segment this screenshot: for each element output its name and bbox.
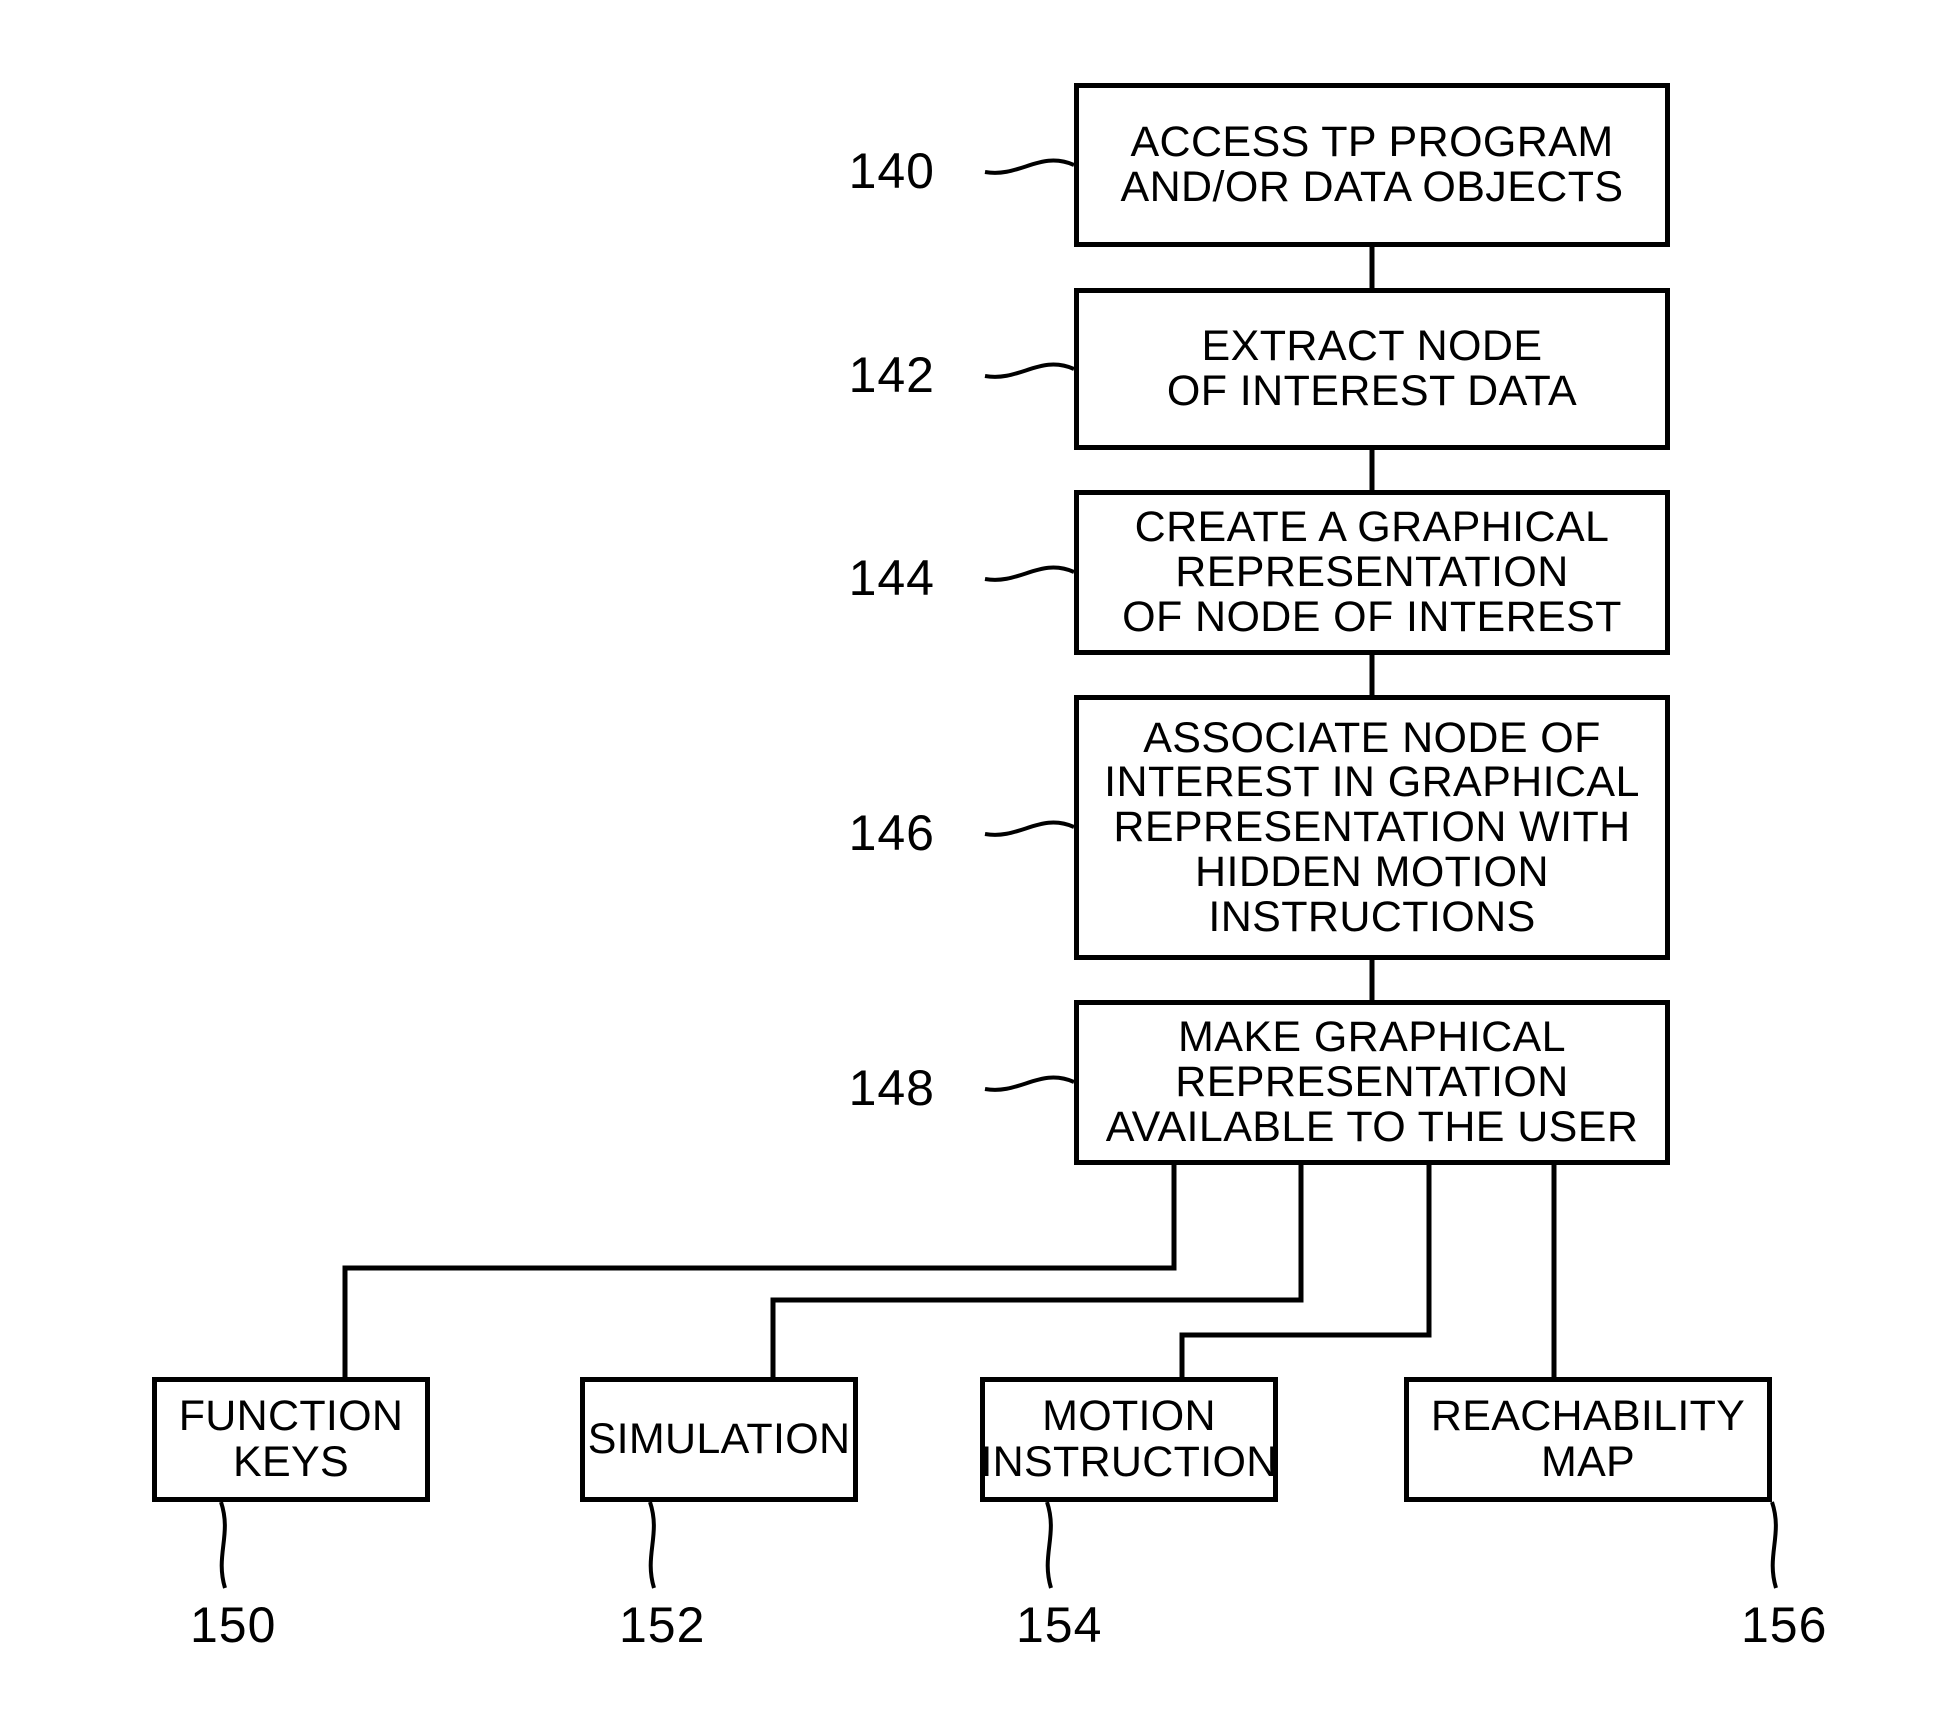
leader-154 xyxy=(1045,1501,1053,1589)
process-box-access-tp-program: ACCESS TP PROGRAM AND/OR DATA OBJECTS xyxy=(1074,83,1670,247)
process-box-make-representation-available: MAKE GRAPHICAL REPRESENTATION AVAILABLE … xyxy=(1074,1000,1670,1165)
leader-140 xyxy=(984,158,1075,175)
process-box-create-graphical-representation: CREATE A GRAPHICAL REPRESENTATION OF NOD… xyxy=(1074,490,1670,655)
reference-numeral-156: 156 xyxy=(1741,1597,1828,1653)
process-box-label: CREATE A GRAPHICAL REPRESENTATION OF NOD… xyxy=(1122,503,1622,641)
process-box-extract-node-of-interest-data: EXTRACT NODE OF INTEREST DATA xyxy=(1074,288,1670,450)
process-box-label: MAKE GRAPHICAL REPRESENTATION AVAILABLE … xyxy=(1105,1013,1639,1151)
leader-144 xyxy=(984,565,1075,582)
leader-156 xyxy=(1770,1501,1778,1589)
output-box-label: REACHABILITY MAP xyxy=(1430,1391,1746,1486)
reference-numeral-154: 154 xyxy=(1016,1597,1103,1653)
output-box-reachability-map: REACHABILITY MAP xyxy=(1404,1377,1772,1502)
leader-152 xyxy=(648,1501,656,1589)
figure-canvas: ACCESS TP PROGRAM AND/OR DATA OBJECTS EX… xyxy=(0,0,1957,1717)
reference-numeral-146: 146 xyxy=(848,805,935,861)
process-box-label: ASSOCIATE NODE OF INTEREST IN GRAPHICAL … xyxy=(1104,713,1640,941)
output-box-label: MOTION INSTRUCTION xyxy=(980,1391,1278,1486)
reference-numeral-148: 148 xyxy=(848,1060,935,1116)
reference-numeral-140: 140 xyxy=(848,143,935,199)
output-box-simulation: SIMULATION xyxy=(580,1377,858,1502)
output-box-motion-instruction: MOTION INSTRUCTION xyxy=(980,1377,1278,1502)
leader-150 xyxy=(219,1501,227,1589)
output-box-function-keys: FUNCTION KEYS xyxy=(152,1377,430,1502)
branch-148-to-simulation xyxy=(770,1165,1304,1377)
output-box-label: SIMULATION xyxy=(587,1414,851,1463)
branch-148-to-function-keys xyxy=(342,1165,1177,1377)
reference-numeral-150: 150 xyxy=(190,1597,277,1653)
leader-146 xyxy=(984,820,1075,837)
reference-numeral-144: 144 xyxy=(848,550,935,606)
reference-numeral-142: 142 xyxy=(848,347,935,403)
leader-142 xyxy=(984,362,1075,379)
leader-148 xyxy=(984,1075,1075,1092)
branch-148-to-motion-instruction xyxy=(1179,1165,1432,1377)
process-box-associate-node-with-hidden-motion-instructions: ASSOCIATE NODE OF INTEREST IN GRAPHICAL … xyxy=(1074,695,1670,960)
reference-numeral-152: 152 xyxy=(619,1597,706,1653)
process-box-label: ACCESS TP PROGRAM AND/OR DATA OBJECTS xyxy=(1120,118,1624,211)
output-box-label: FUNCTION KEYS xyxy=(178,1391,404,1486)
process-box-label: EXTRACT NODE OF INTEREST DATA xyxy=(1166,322,1578,415)
